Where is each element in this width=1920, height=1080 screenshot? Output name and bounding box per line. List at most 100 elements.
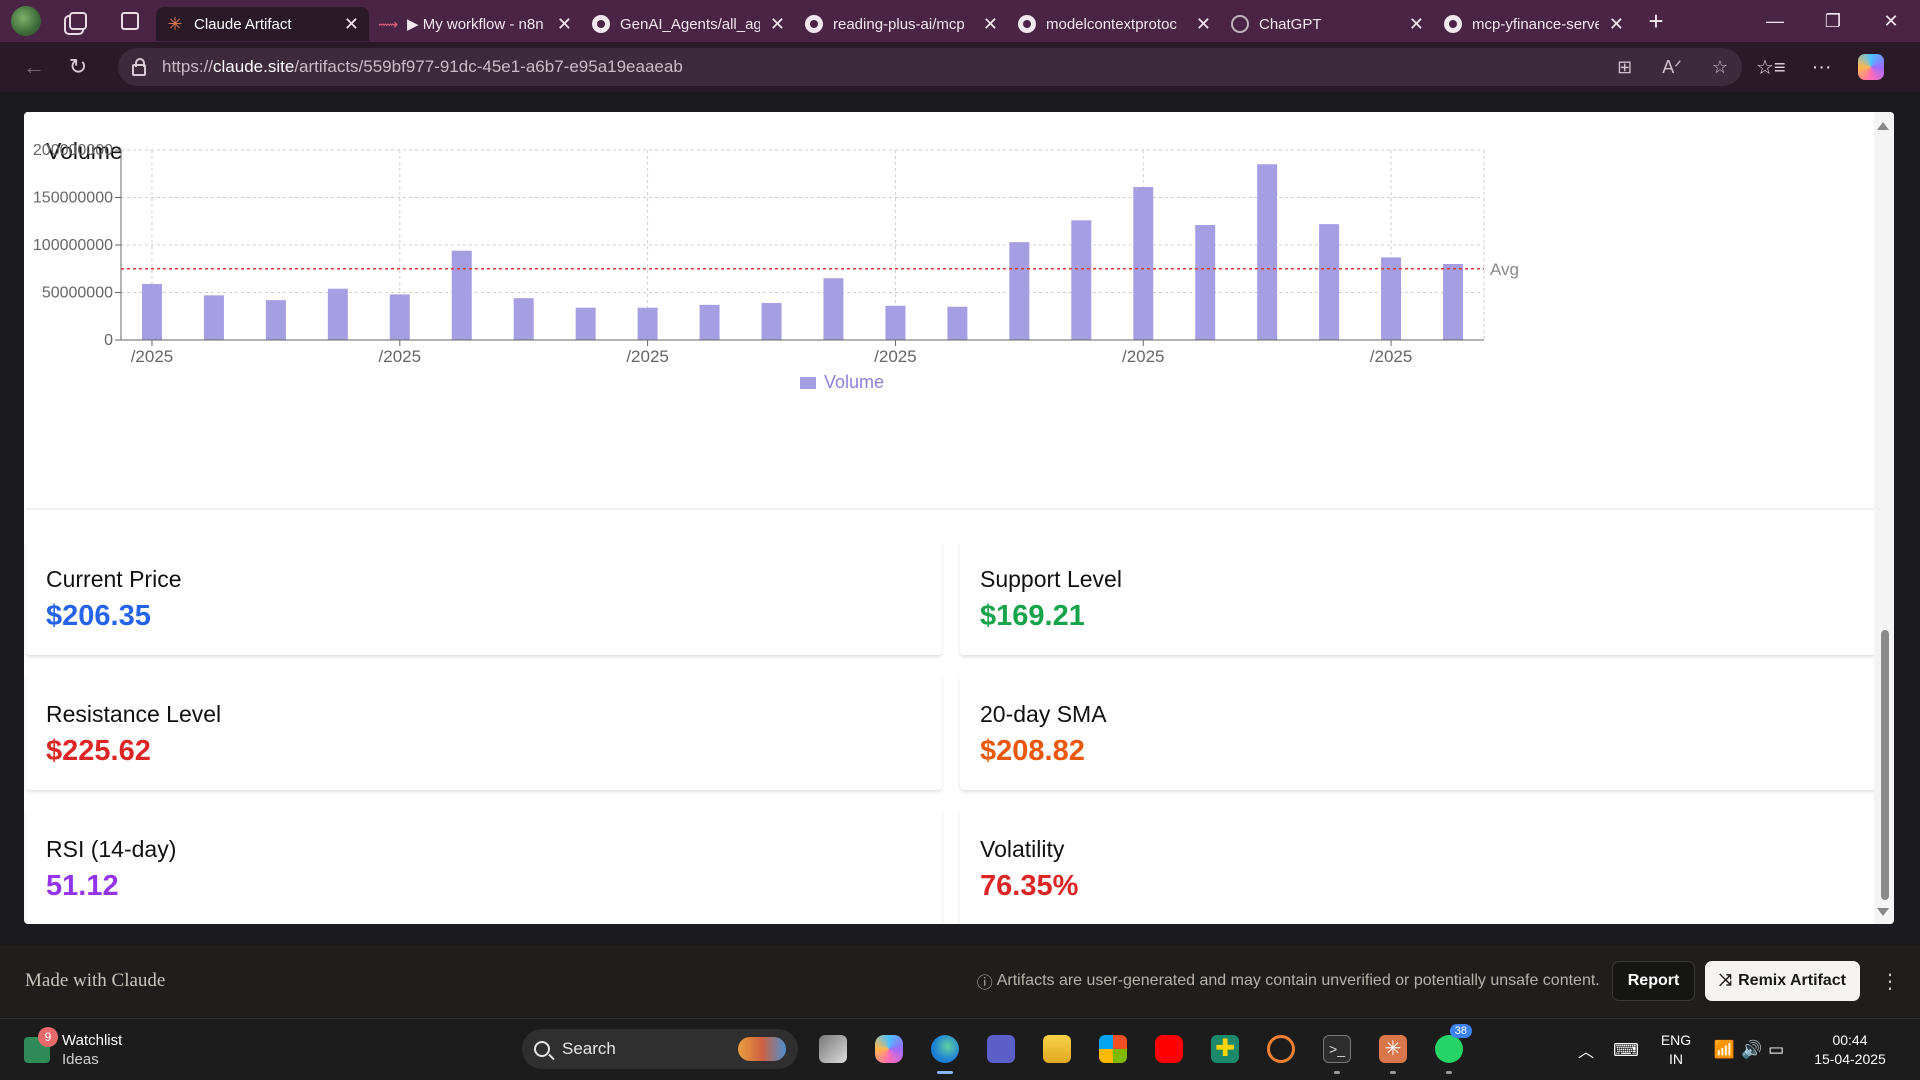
watchlist-widget[interactable]: 9 Watchlist Ideas [24,1027,122,1069]
scroll-down-arrow-icon[interactable] [1877,908,1889,916]
task-view-icon[interactable] [812,1028,854,1070]
volume-bar [513,298,534,340]
scroll-up-arrow-icon[interactable] [1877,122,1889,130]
copilot-icon[interactable] [1857,54,1884,80]
sma-20-card: 20-day SMA $208.82 [960,675,1876,790]
volume-bar [1133,187,1154,340]
rsi-card: RSI (14-day) 51.12 [26,810,942,924]
x-tick-label: /2025 [1122,347,1165,366]
claude-app-icon[interactable]: ✳ [1372,1028,1414,1074]
new-tab-button[interactable]: + [1634,6,1678,37]
volume-bar [823,278,844,340]
address-input[interactable]: https://claude.site/artifacts/559bf977-9… [118,48,1742,86]
y-tick-label: 50000000 [42,285,113,302]
tab-modelcontextprotocol[interactable]: modelcontextprotoc ✕ [1008,7,1221,41]
tab-title: GenAI_Agents/all_ag [620,15,760,33]
read-aloud-icon[interactable]: Aᐟ [1662,57,1682,78]
network-volume-battery-icons[interactable]: 📶🔊▭ [1706,1040,1798,1060]
tab-mcp-yfinance[interactable]: mcp-yfinance-server ✕ [1434,7,1634,41]
youtube-icon[interactable] [1148,1028,1190,1070]
edge-icon[interactable] [924,1028,966,1074]
whatsapp-icon[interactable]: 38 [1428,1024,1472,1074]
tab-reading-plus-ai[interactable]: reading-plus-ai/mcp ✕ [795,7,1008,41]
volume-bar [265,300,286,340]
region-code: IN [1669,1051,1683,1067]
safety-notice-text: Artifacts are user-generated and may con… [996,972,1600,989]
y-tick-label: 150000000 [33,190,113,207]
report-button[interactable]: Report [1611,961,1696,1001]
scrollbar-thumb[interactable] [1881,630,1889,900]
workspaces-icon[interactable] [52,0,104,42]
stocks-icon: 9 [24,1027,58,1063]
favorite-star-icon[interactable]: ☆ [1712,57,1728,78]
start-button[interactable] [466,1028,508,1070]
footer-more-icon[interactable]: ⋮ [1860,969,1920,994]
lock-icon[interactable] [132,57,146,76]
close-window-button[interactable]: ✕ [1862,11,1920,32]
y-tick-label: 100000000 [33,237,113,254]
taskbar-search[interactable]: Search [522,1029,798,1069]
tab-n8n-workflow[interactable]: ⟿ ▶ My workflow - n8n ✕ [369,7,582,41]
close-tab-icon[interactable]: ✕ [1609,14,1624,35]
artifact-viewport: Volume 0 50000000 100000000 150000000 200000… [24,112,1894,924]
x-tick-label: /2025 [379,347,422,366]
volume-bar [699,304,720,340]
vertical-tabs-icon[interactable] [104,0,156,42]
refresh-button[interactable]: ↻ [56,54,100,80]
file-explorer-icon[interactable] [1036,1028,1078,1070]
language-indicator[interactable]: ENG IN [1646,1031,1706,1069]
tab-title: mcp-yfinance-server [1472,15,1599,33]
volume-bar [1257,164,1278,340]
volume-bar [389,294,410,340]
tab-claude-artifact[interactable]: ✳ Claude Artifact ✕ [156,7,369,41]
close-tab-icon[interactable]: ✕ [1196,14,1211,35]
terminal-icon[interactable]: >_ [1316,1028,1358,1074]
sync-app-icon[interactable] [1260,1028,1302,1070]
tab-chatgpt[interactable]: ChatGPT ✕ [1221,7,1434,41]
copilot-app-icon[interactable] [868,1028,910,1070]
tab-title: reading-plus-ai/mcp [833,15,965,33]
teams-icon[interactable] [980,1028,1022,1070]
minimize-button[interactable]: — [1746,11,1804,32]
x-tick-label: /2025 [874,347,917,366]
profile-avatar[interactable] [0,0,52,42]
keyboard-icon[interactable]: ⌨ [1606,1040,1646,1061]
volume-chart-card: Volume 0 50000000 100000000 150000000 200000… [26,112,1874,510]
close-tab-icon[interactable]: ✕ [1409,14,1424,35]
window-controls: — ❐ ✕ [1746,11,1920,32]
shuffle-icon: ⤨ [1719,972,1733,989]
browser-tab-strip: ✳ Claude Artifact ✕ ⟿ ▶ My workflow - n8… [0,0,1920,42]
close-tab-icon[interactable]: ✕ [770,14,785,35]
microsoft-store-icon[interactable] [1092,1028,1134,1070]
back-button[interactable]: ← [12,54,56,80]
show-hidden-icons-icon[interactable]: ︿ [1566,1038,1606,1062]
more-menu-icon[interactable]: ··· [1812,56,1832,79]
app-available-icon[interactable]: ⊞ [1617,57,1632,78]
close-tab-icon[interactable]: ✕ [557,14,572,35]
tab-genai-agents[interactable]: GenAI_Agents/all_ag ✕ [582,7,795,41]
tab-title: ChatGPT [1259,15,1322,33]
sma-20-value: $208.82 [980,735,1085,767]
tab-title: Claude Artifact [194,15,292,33]
url-prefix: https:// [162,57,214,76]
made-with-claude: Made with Claude [25,970,166,991]
search-icon [534,1041,550,1057]
close-tab-icon[interactable]: ✕ [344,14,359,35]
clock[interactable]: 00:44 15-04-2025 [1798,1031,1902,1069]
whatsapp-badge: 38 [1449,1024,1472,1038]
volatility-value: 76.35% [980,870,1079,902]
average-line-label: Avg [1490,260,1519,279]
maximize-button[interactable]: ❐ [1804,11,1862,32]
support-level-card: Support Level $169.21 [960,540,1876,655]
remix-artifact-button[interactable]: ⤨ Remix Artifact [1705,961,1860,1001]
windows-taskbar: 9 Watchlist Ideas Search ✚ >_ ✳ 38 ︿ ⌨ E… [0,1018,1920,1080]
page-scrollbar[interactable] [1874,112,1894,924]
close-tab-icon[interactable]: ✕ [983,14,998,35]
medical-app-icon[interactable]: ✚ [1204,1028,1246,1070]
y-tick-label: 0 [104,332,113,349]
favorites-icon[interactable]: ☆≡ [1756,55,1786,80]
volume-chart: 0 50000000 100000000 150000000 200000000/202… [33,142,1519,392]
volume-bar [451,250,472,340]
volatility-card: Volatility 76.35% [960,810,1876,924]
volume-bar [947,306,968,340]
